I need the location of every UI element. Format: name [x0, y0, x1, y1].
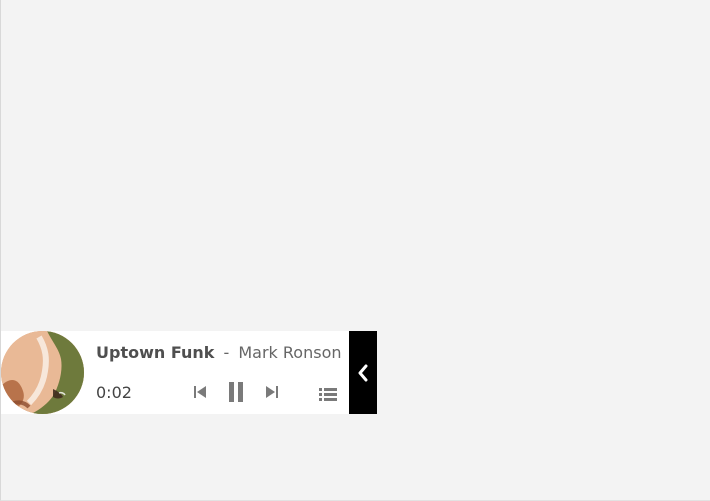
- skip-previous-icon: [194, 386, 206, 398]
- page: Uptown Funk - Mark Ronson 0:02: [0, 0, 710, 501]
- current-time: 0:02: [96, 383, 132, 402]
- title-artist-separator: -: [223, 343, 230, 362]
- song-title: Uptown Funk: [96, 343, 215, 362]
- track-info: Uptown Funk - Mark Ronson: [96, 343, 346, 363]
- album-art-illustration: [1, 331, 84, 414]
- artist-name: Mark Ronson: [238, 343, 342, 362]
- pause-icon: [229, 382, 243, 402]
- playlist-button[interactable]: [317, 383, 339, 405]
- pause-button[interactable]: [223, 381, 249, 403]
- album-art: [1, 331, 84, 414]
- playlist-icon: [319, 388, 337, 401]
- chevron-left-icon: [358, 364, 368, 381]
- skip-next-icon: [266, 386, 278, 398]
- music-player: Uptown Funk - Mark Ronson 0:02: [1, 331, 377, 414]
- collapse-player-button[interactable]: [349, 331, 377, 414]
- playback-controls: [189, 379, 283, 405]
- skip-previous-button[interactable]: [189, 381, 211, 403]
- skip-next-button[interactable]: [261, 381, 283, 403]
